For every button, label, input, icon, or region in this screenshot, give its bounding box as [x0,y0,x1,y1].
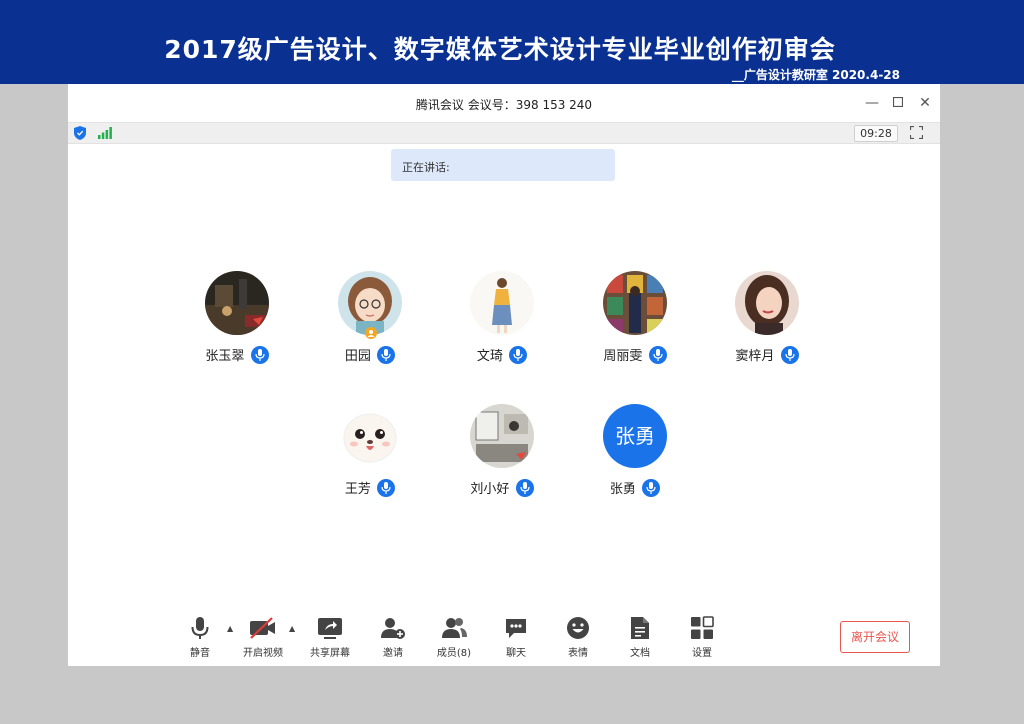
photo-colorful-windows-avatar [603,271,667,335]
mic-icon[interactable] [377,345,396,364]
video-off-icon [250,617,275,639]
participant-name: 周丽雯 [603,349,643,364]
settings-button[interactable]: 设置 [674,616,730,662]
avatar [470,404,534,468]
mute-button[interactable]: 静音 [172,616,228,662]
host-badge-icon [365,327,377,339]
share-screen-icon [318,618,342,639]
chat-button[interactable]: 聊天 [488,616,544,662]
participant-tile[interactable]: 张勇 张勇 [575,404,695,504]
share-screen-button[interactable]: 共享屏幕 [302,616,358,662]
close-button[interactable]: ✕ [916,94,934,112]
fullscreen-icon[interactable] [910,126,923,139]
invite-label: 邀请 [383,648,403,659]
illustration-woman-avatar [470,271,534,335]
docs-button[interactable]: 文档 [612,616,668,662]
settings-label: 设置 [692,648,712,659]
avatar [338,404,402,468]
avatar [470,271,534,335]
photo-portrait-avatar [735,271,799,335]
mute-label: 静音 [190,648,210,659]
participant-name: 刘小好 [470,482,510,497]
participant-name: 窦梓月 [735,349,775,364]
shield-icon[interactable] [74,126,86,140]
participant-name: 文琦 [476,349,503,364]
participant-name: 张玉翠 [205,349,245,364]
cartoon-face-avatar [338,404,402,468]
banner: 2017级广告设计、数字媒体艺术设计专业毕业创作初审会 __广告设计教研室 20… [0,0,1024,84]
participant-tile[interactable]: 刘小好 [442,404,562,504]
avatar [205,271,269,335]
mic-icon[interactable] [642,478,661,497]
maximize-icon [892,96,904,108]
mic-icon[interactable] [377,478,396,497]
window-title: 腾讯会议 会议号：398 153 240 [415,98,593,112]
video-label: 开启视频 [243,648,283,659]
avatar [338,271,402,335]
speaking-indicator: 正在讲话: [391,149,615,181]
video-options-caret[interactable]: ▲ [289,624,299,634]
participant-name: 张勇 [609,482,636,497]
leave-meeting-button[interactable]: 离开会议 [840,621,910,653]
emoji-button[interactable]: 表情 [550,616,606,662]
signal-icon[interactable] [98,127,112,139]
members-icon [442,618,467,638]
emoji-label: 表情 [568,648,588,659]
banner-subtitle: __广告设计教研室 2020.4-28 [731,68,900,82]
photo-sketch-avatar [470,404,534,468]
chat-label: 聊天 [506,648,526,659]
grid-settings-icon [691,616,714,639]
participant-name: 田园 [344,349,371,364]
participant-tile[interactable]: 文琦 [442,271,562,371]
mic-icon[interactable] [648,345,667,364]
mic-icon[interactable] [509,345,528,364]
banner-title: 2017级广告设计、数字媒体艺术设计专业毕业创作初审会 [164,35,836,64]
participant-tile[interactable]: 田园 [310,271,430,371]
add-user-icon [381,618,405,639]
smiley-icon [567,617,589,639]
invite-button[interactable]: 邀请 [365,616,421,662]
avatar [735,271,799,335]
avatar [603,271,667,335]
meeting-window: 腾讯会议 会议号：398 153 240 — ✕ 09:28 正在讲话: 张玉翠… [68,84,940,666]
chat-icon [506,619,526,638]
mic-icon[interactable] [250,345,269,364]
meeting-timer: 09:28 [854,125,898,142]
title-bar: 腾讯会议 会议号：398 153 240 — ✕ [68,84,940,122]
members-label: 成员(8) [436,648,472,659]
mic-icon[interactable] [515,478,534,497]
video-button[interactable]: 开启视频 [235,616,291,662]
status-bar: 09:28 [68,122,940,144]
participant-tile[interactable]: 张玉翠 [177,271,297,371]
participant-tile[interactable]: 周丽雯 [575,271,695,371]
participant-name: 王芳 [344,482,371,497]
maximize-button[interactable] [889,94,907,112]
cartoon-girl-avatar [338,271,402,335]
participant-tile[interactable]: 窦梓月 [707,271,827,371]
share-screen-label: 共享屏幕 [310,648,350,659]
members-button[interactable]: 成员(8) [426,616,482,662]
photo-night-scene-avatar [205,271,269,335]
mic-icon[interactable] [780,345,799,364]
document-icon [631,617,649,639]
participant-tile[interactable]: 王芳 [310,404,430,504]
minimize-button[interactable]: — [863,94,881,112]
microphone-icon [191,617,209,639]
docs-label: 文档 [630,648,650,659]
avatar-initials: 张勇 [615,424,655,448]
avatar: 张勇 [603,404,667,468]
